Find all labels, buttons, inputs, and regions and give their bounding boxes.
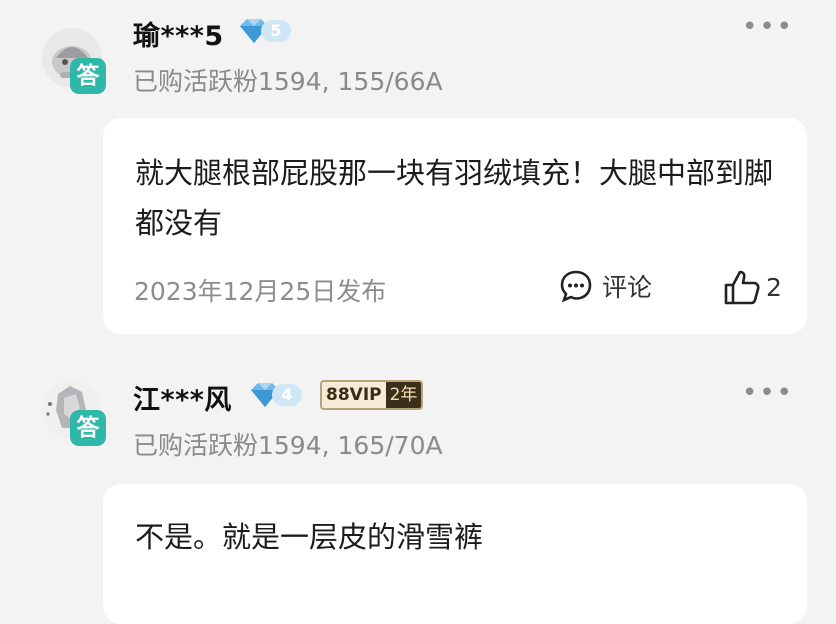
level-badge: 4 <box>248 381 306 409</box>
comment-button[interactable]: 评论 <box>558 268 652 304</box>
vip-badge: 88VIP 2年 <box>320 380 424 410</box>
level-number: 4 <box>272 384 302 406</box>
answer-badge: 答 <box>70 410 106 446</box>
vip-label: 88VIP <box>322 382 386 408</box>
username[interactable]: 瑜***5 <box>133 14 224 53</box>
answer-text: 不是。就是一层皮的滑雪裤 <box>135 520 484 554</box>
thumbs-up-icon <box>724 270 760 305</box>
answer-badge: 答 <box>70 58 106 94</box>
username[interactable]: 江***风 <box>133 378 232 417</box>
comment-icon <box>560 270 592 303</box>
avatar[interactable]: 答 <box>42 28 106 94</box>
post-date: 2023年12月25日发布 <box>134 277 387 306</box>
more-options-icon[interactable]: ••• <box>742 12 794 42</box>
purchase-info: 已购活跃粉1594, 165/70A <box>133 431 443 460</box>
level-badge: 5 <box>237 17 295 45</box>
like-button[interactable]: 2 <box>722 267 782 307</box>
avatar[interactable]: 答 <box>42 380 106 446</box>
vip-years: 2年 <box>385 382 422 408</box>
answer-text: 就大腿根部屁股那一块有羽绒填充！大腿中部到脚都没有 <box>135 156 774 240</box>
more-options-icon[interactable]: ••• <box>742 378 794 408</box>
purchase-info: 已购活跃粉1594, 155/66A <box>133 67 443 96</box>
level-number: 5 <box>261 20 291 42</box>
comment-label: 评论 <box>602 273 653 302</box>
like-count: 2 <box>766 272 782 302</box>
